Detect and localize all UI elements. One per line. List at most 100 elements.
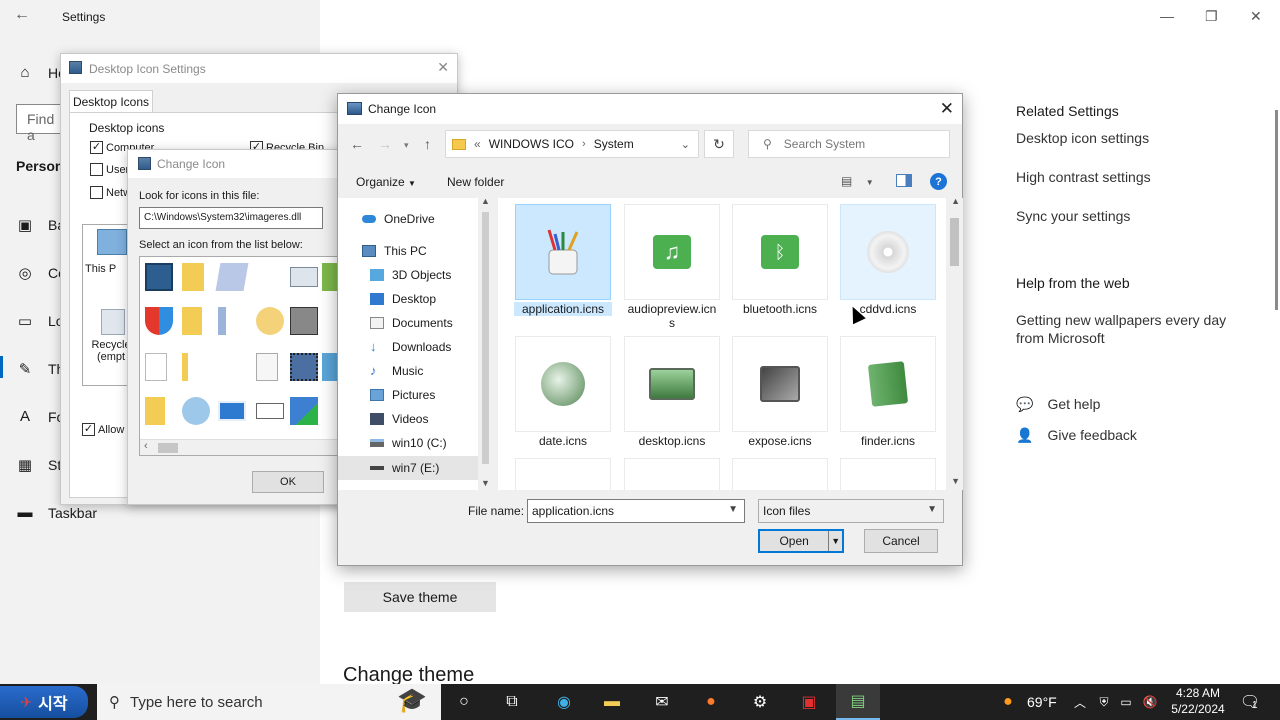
check-window-icon[interactable]	[290, 397, 318, 425]
back-arrow-icon[interactable]: ←	[14, 6, 30, 24]
start-button[interactable]: ✈ 시작	[0, 686, 88, 718]
organize-menu[interactable]: Organize ▼	[356, 175, 416, 189]
folder-icon[interactable]	[182, 353, 188, 381]
tab-desktop-icons[interactable]: Desktop Icons	[69, 90, 153, 112]
file-item-partial[interactable]	[839, 458, 937, 490]
settings-gear-icon[interactable]: ⚙	[748, 690, 772, 714]
new-folder-button[interactable]: New folder	[447, 175, 504, 189]
nav-item-themes[interactable]: ✎ Th	[16, 360, 65, 378]
computer-icon[interactable]	[145, 263, 173, 291]
scroll-up-icon[interactable]: ▲	[481, 196, 490, 206]
refresh-button[interactable]: ↻	[704, 130, 734, 158]
clock[interactable]: 4:28 AM 5/22/2024	[1168, 685, 1228, 717]
task-view-icon[interactable]: ⧉	[500, 690, 524, 714]
ok-button[interactable]: OK	[252, 471, 324, 493]
search-doc-icon[interactable]	[182, 397, 210, 425]
file-item-partial[interactable]	[623, 458, 721, 490]
navigation-pane[interactable]: OneDrive This PC 3D Objects Desktop Docu…	[338, 196, 493, 490]
tree-item-pictures[interactable]: Pictures	[370, 388, 435, 402]
save-theme-button[interactable]: Save theme	[344, 582, 496, 612]
close-icon[interactable]: ✕	[940, 99, 954, 119]
file-item[interactable]: expose.icns	[731, 336, 829, 448]
scroll-down-icon[interactable]: ▼	[481, 478, 490, 488]
settings-scrollbar[interactable]	[1275, 110, 1278, 310]
breadcrumb-system[interactable]: System	[594, 137, 634, 151]
open-button[interactable]: Open ▼	[758, 529, 844, 553]
file-name-input[interactable]: application.icns ▼	[527, 499, 745, 523]
text-file-icon[interactable]	[256, 353, 278, 381]
preview-pane-icon[interactable]	[896, 174, 912, 187]
file-item[interactable]: ♫ audiopreview.icns	[623, 204, 721, 330]
chevron-down-icon[interactable]: ⌄	[681, 138, 690, 151]
nav-item-lockscreen[interactable]: ▭ Lo	[16, 312, 64, 330]
scroll-down-icon[interactable]: ▼	[951, 476, 960, 486]
back-arrow-icon[interactable]: ←	[350, 136, 364, 152]
control-panel-icon[interactable]: ▤	[836, 684, 880, 720]
link-desktop-icon-settings[interactable]: Desktop icon settings	[1016, 130, 1149, 146]
restore-icon[interactable]: ❐	[1205, 8, 1218, 25]
document-icon[interactable]	[215, 263, 249, 291]
address-bar[interactable]: « WINDOWS ICO › System ⌄	[445, 130, 699, 158]
tree-item-drive-e[interactable]: win7 (E:)	[338, 456, 478, 480]
tree-scroll-thumb[interactable]	[482, 212, 489, 464]
breadcrumb-windows-ico[interactable]: WINDOWS ICO	[489, 137, 574, 151]
up-arrow-icon[interactable]: ↑	[424, 136, 431, 152]
checkbox-allow-themes[interactable]: ✓ Allow t	[82, 423, 130, 436]
icon-grid[interactable]: ‹	[139, 256, 349, 456]
nav-item-fonts[interactable]: A Fo	[16, 408, 64, 425]
file-item[interactable]: date.icns	[514, 336, 612, 448]
scroll-left-icon[interactable]: ‹	[144, 440, 148, 452]
file-item-partial[interactable]	[514, 458, 612, 490]
file-explorer-icon[interactable]: ▬	[600, 690, 624, 714]
tools-icon[interactable]	[290, 307, 318, 335]
checkbox-network[interactable]: Netw	[90, 186, 131, 199]
tree-item-documents[interactable]: Documents	[370, 316, 453, 330]
tree-item-downloads[interactable]: ↓ Downloads	[370, 340, 451, 354]
give-feedback-link[interactable]: 👤 Give feedback	[1016, 427, 1137, 444]
view-options-button[interactable]: ▤ ▼	[841, 174, 874, 188]
folder-icon[interactable]	[182, 307, 202, 335]
blank-page-icon[interactable]	[145, 353, 167, 381]
security-icon[interactable]: ⛨	[1092, 690, 1116, 714]
window-icon[interactable]	[290, 267, 318, 287]
open-split-arrow-icon[interactable]: ▼	[828, 531, 842, 551]
file-item[interactable]: ᛒ bluetooth.icns	[731, 204, 829, 316]
chevron-down-icon[interactable]: ▼	[927, 504, 937, 515]
link-high-contrast[interactable]: High contrast settings	[1016, 169, 1151, 185]
icon-file-path-input[interactable]: C:\Windows\System32\imageres.dll	[139, 207, 323, 229]
nav-item-background[interactable]: ▣ Ba	[16, 216, 65, 234]
close-icon[interactable]: ✕	[1250, 8, 1262, 25]
horizontal-scrollbar[interactable]: ‹	[140, 439, 348, 455]
nav-item-taskbar[interactable]: ▬ Taskbar	[16, 504, 98, 521]
file-item[interactable]: finder.icns	[839, 336, 937, 448]
film-icon[interactable]	[290, 353, 318, 381]
scroll-thumb[interactable]	[158, 443, 178, 453]
file-item[interactable]: application.icns	[514, 204, 612, 316]
nav-home[interactable]: ⌂ Ho	[16, 64, 65, 81]
checkbox-user[interactable]: User	[90, 163, 129, 176]
taskbar-search[interactable]: ⚲ Type here to search 🎓	[97, 684, 441, 720]
scroll-up-icon[interactable]: ▲	[951, 198, 960, 206]
volume-mute-icon[interactable]: 🔇	[1138, 690, 1162, 714]
cortana-icon[interactable]: ○	[452, 690, 476, 714]
file-item[interactable]: desktop.icns	[623, 336, 721, 448]
tree-item-music[interactable]: ♪ Music	[370, 364, 423, 378]
tree-item-this-pc[interactable]: This PC	[362, 244, 427, 258]
folder-icon[interactable]	[145, 397, 165, 425]
minimize-icon[interactable]: —	[1160, 8, 1174, 24]
help-icon[interactable]: ?	[930, 173, 947, 190]
recent-locations-icon[interactable]: ▾	[404, 140, 409, 151]
network-icon[interactable]: ▭	[1114, 690, 1138, 714]
get-help-link[interactable]: 💬 Get help	[1016, 396, 1100, 413]
file-list-scroll-thumb[interactable]	[950, 218, 959, 266]
chevron-down-icon[interactable]: ▼	[728, 504, 738, 515]
link-wallpapers[interactable]: Getting new wallpapers every day from Mi…	[1016, 311, 1236, 347]
file-type-select[interactable]: Icon files ▼	[758, 499, 944, 523]
weather-icon[interactable]: ●	[996, 690, 1020, 714]
media-app-icon[interactable]: ▣	[797, 690, 821, 714]
keyboard-icon[interactable]	[256, 403, 284, 419]
breadcrumb-chevron-icon[interactable]: ›	[582, 138, 586, 150]
chevron-up-icon[interactable]: ︿	[1068, 690, 1092, 714]
shield-icon[interactable]	[145, 307, 173, 335]
file-item[interactable]: cddvd.icns	[839, 204, 937, 316]
